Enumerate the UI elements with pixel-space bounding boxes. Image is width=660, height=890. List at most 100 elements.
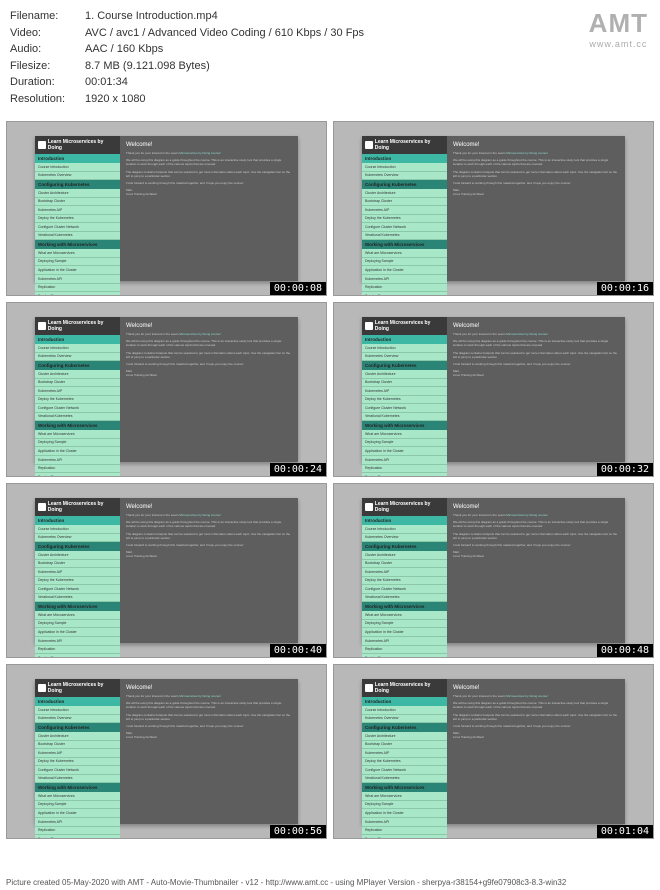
nav-item: Application in the Cluster — [35, 809, 120, 818]
section-header: Introduction — [35, 335, 120, 344]
welcome-heading: Welcome! — [126, 504, 292, 510]
nav-item: Kubernetes API — [362, 637, 447, 646]
timestamp: 00:01:04 — [597, 825, 653, 838]
timestamp: 00:00:16 — [597, 282, 653, 295]
nav-item: Configure Cluster Network — [35, 766, 120, 775]
course-sidebar: Learn Microservices by DoingIntroduction… — [35, 317, 120, 462]
para-1: We will be using this diagram as a guide… — [453, 339, 619, 347]
nav-item: Kubernetes Overview — [362, 353, 447, 362]
nav-item: Course Introduction — [362, 163, 447, 172]
para-2: The diagram contains hotspots that can b… — [453, 351, 619, 359]
nav-item: Kubernetes AIP — [362, 387, 447, 396]
nav-item: Application in the Cluster — [362, 447, 447, 456]
course-screenshot: Learn Microservices by DoingIntroduction… — [362, 498, 625, 643]
nav-item: Replication — [362, 827, 447, 836]
nav-item: Cluster Architecture — [362, 370, 447, 379]
welcome-heading: Welcome! — [126, 685, 292, 691]
graduation-cap-icon — [365, 684, 373, 692]
section-header: Configuring Kubernetes — [35, 542, 120, 551]
course-sidebar: Learn Microservices by DoingIntroduction… — [362, 136, 447, 281]
welcome-heading: Welcome! — [453, 142, 619, 148]
course-sidebar: Learn Microservices by DoingIntroduction… — [362, 498, 447, 643]
timestamp: 00:00:32 — [597, 463, 653, 476]
signature: Matt,Linux Training Architect — [126, 731, 292, 739]
para-1: We will be using this diagram as a guide… — [126, 158, 292, 166]
nav-item: Deploy the Kubernetes — [362, 396, 447, 405]
amt-logo: AMT www.amt.cc — [589, 8, 648, 49]
timestamp: 00:00:56 — [270, 825, 326, 838]
course-screenshot: Learn Microservices by DoingIntroduction… — [35, 679, 298, 824]
graduation-cap-icon — [365, 141, 373, 149]
video-value: AVC / avc1 / Advanced Video Coding / 610… — [85, 25, 364, 42]
nav-item: Verational Kubernetes — [362, 413, 447, 422]
nav-item: Kubernetes AIP — [35, 206, 120, 215]
nav-item: Course Introduction — [362, 344, 447, 353]
course-logo: Learn Microservices by Doing — [362, 136, 447, 154]
nav-item: Kubernetes API — [35, 456, 120, 465]
filesize-value: 8.7 MB (9.121.098 Bytes) — [85, 58, 210, 75]
welcome-heading: Welcome! — [126, 323, 292, 329]
nav-item: Deploying Sample — [35, 801, 120, 810]
nav-item: What are Microservices — [362, 430, 447, 439]
nav-item: Service Discovery — [362, 292, 447, 296]
nav-item: Kubernetes Overview — [35, 353, 120, 362]
resolution-value: 1920 x 1080 — [85, 91, 146, 108]
nav-item: Kubernetes API — [35, 818, 120, 827]
timestamp: 00:00:48 — [597, 644, 653, 657]
section-header: Configuring Kubernetes — [362, 361, 447, 370]
nav-item: Deploy the Kubernetes — [362, 758, 447, 767]
section-header: Working with Microservices — [362, 602, 447, 611]
nav-item: Deploying Sample — [362, 439, 447, 448]
footer-text: Picture created 05-May-2020 with AMT - A… — [0, 875, 660, 890]
intro-para: Thank you for your interest in the Learn… — [453, 694, 619, 698]
graduation-cap-icon — [365, 322, 373, 330]
welcome-heading: Welcome! — [453, 504, 619, 510]
nav-item: Service Discovery — [35, 473, 120, 477]
para-1: We will be using this diagram as a guide… — [126, 339, 292, 347]
nav-item: Bootstrap Cluster — [362, 198, 447, 207]
course-screenshot: Learn Microservices by DoingIntroduction… — [362, 679, 625, 824]
nav-item: Service Discovery — [35, 654, 120, 658]
signature: Matt,Linux Training Architect — [126, 188, 292, 196]
nav-item: Deploying Sample — [35, 620, 120, 629]
duration-value: 00:01:34 — [85, 74, 128, 91]
nav-item: Deploying Sample — [362, 258, 447, 267]
nav-item: Deploy the Kubernetes — [35, 396, 120, 405]
section-header: Working with Microservices — [35, 783, 120, 792]
thumbnail-8: Learn Microservices by DoingIntroduction… — [333, 664, 654, 839]
graduation-cap-icon — [38, 322, 46, 330]
nav-item: Course Introduction — [35, 706, 120, 715]
para-2: The diagram contains hotspots that can b… — [126, 170, 292, 178]
course-content: Welcome!Thank you for your interest in t… — [120, 317, 298, 462]
nav-item: What are Microservices — [35, 792, 120, 801]
course-content: Welcome!Thank you for your interest in t… — [447, 498, 625, 643]
para-2: The diagram contains hotspots that can b… — [126, 532, 292, 540]
para-3: I look forward to working through this m… — [126, 543, 292, 547]
signature: Matt,Linux Training Architect — [453, 731, 619, 739]
nav-item: Kubernetes Overview — [362, 534, 447, 543]
section-header: Working with Microservices — [35, 240, 120, 249]
nav-item: Application in the Cluster — [35, 628, 120, 637]
nav-item: Kubernetes AIP — [362, 568, 447, 577]
nav-item: Course Introduction — [362, 525, 447, 534]
nav-item: Verational Kubernetes — [362, 775, 447, 784]
course-screenshot: Learn Microservices by DoingIntroduction… — [35, 498, 298, 643]
nav-item: Kubernetes AIP — [35, 568, 120, 577]
course-screenshot: Learn Microservices by DoingIntroduction… — [35, 317, 298, 462]
nav-item: Service Discovery — [362, 835, 447, 839]
section-header: Working with Microservices — [35, 602, 120, 611]
nav-item: Bootstrap Cluster — [35, 379, 120, 388]
graduation-cap-icon — [365, 503, 373, 511]
nav-item: Verational Kubernetes — [35, 594, 120, 603]
thumbnail-4: Learn Microservices by DoingIntroduction… — [333, 302, 654, 477]
thumbnail-3: Learn Microservices by DoingIntroduction… — [6, 302, 327, 477]
nav-item: Configure Cluster Network — [362, 404, 447, 413]
nav-item: Bootstrap Cluster — [35, 560, 120, 569]
section-header: Introduction — [362, 335, 447, 344]
para-3: I look forward to working through this m… — [453, 543, 619, 547]
course-screenshot: Learn Microservices by DoingIntroduction… — [362, 317, 625, 462]
course-sidebar: Learn Microservices by DoingIntroduction… — [35, 679, 120, 824]
para-1: We will be using this diagram as a guide… — [453, 701, 619, 709]
nav-item: Replication — [35, 827, 120, 836]
duration-label: Duration: — [10, 74, 85, 91]
